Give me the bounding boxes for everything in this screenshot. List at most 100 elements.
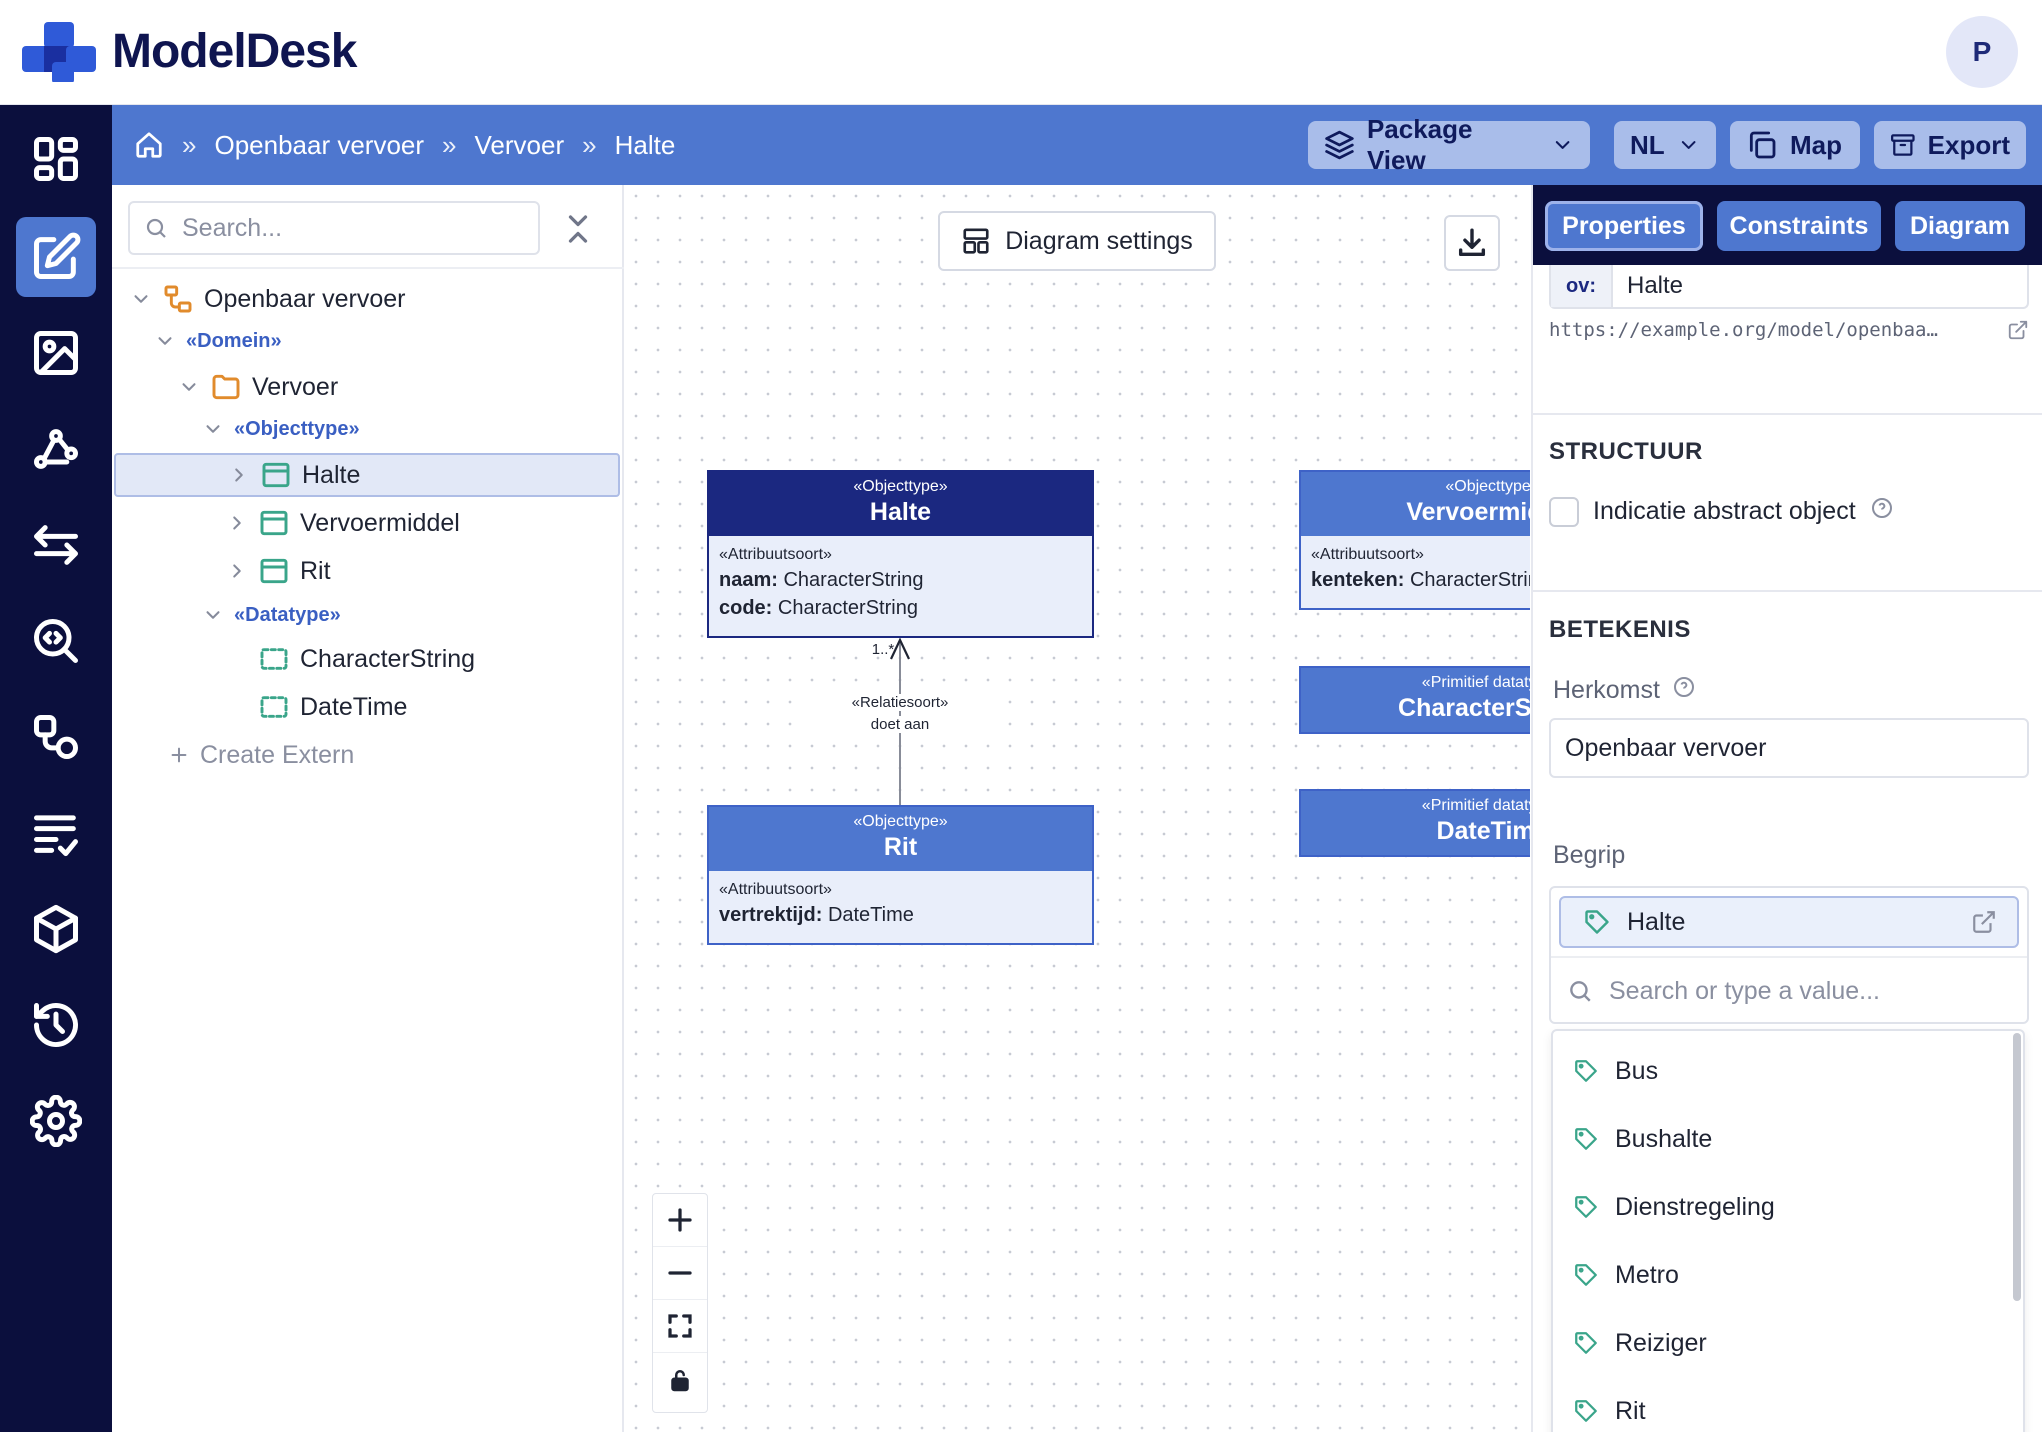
nav-settings[interactable] — [16, 1081, 96, 1161]
attribute-row: naam: CharacterString — [719, 566, 1082, 594]
create-extern-button[interactable]: Create Extern — [168, 733, 354, 777]
zoom-controls — [652, 1193, 708, 1413]
box-name: Rit — [883, 833, 918, 861]
external-link-icon[interactable] — [1971, 909, 1997, 935]
tree-node-label: Vervoer — [252, 372, 339, 401]
search-icon — [1570, 981, 1591, 1002]
herkomst-field[interactable]: Openbaar vervoer — [1549, 718, 2029, 778]
tab-properties[interactable]: Properties — [1545, 201, 1703, 251]
abstract-checkbox-row[interactable]: Indicatie abstract object — [1549, 496, 1894, 527]
option-reiziger[interactable]: Reiziger — [1573, 1321, 1707, 1365]
chevron-down-icon — [1681, 141, 1696, 149]
option-rit[interactable]: Rit — [1573, 1389, 1646, 1432]
tree-node-label: «Datatype» — [234, 603, 341, 626]
tree-node-datetime[interactable]: DateTime — [258, 685, 407, 729]
export-button[interactable]: Export — [1874, 121, 2026, 169]
package-view-dropdown[interactable]: Package View — [1308, 114, 1590, 175]
begrip-search-input[interactable]: Search or type a value... — [1551, 956, 2027, 1024]
datatype-icon — [260, 696, 288, 718]
divider — [1533, 413, 2042, 415]
option-metro[interactable]: Metro — [1573, 1253, 1679, 1297]
option-bushalte[interactable]: Bushalte — [1573, 1117, 1712, 1161]
begrip-chip-label: Halte — [1627, 907, 1686, 936]
uml-box-vervoermiddel[interactable]: «Objecttype» Vervoermiddel «Attribuutsoo… — [1299, 470, 1530, 610]
nav-history[interactable] — [16, 985, 96, 1065]
tag-icon — [1585, 910, 1609, 934]
uri-text: https://example.org/model/openbaa… — [1549, 319, 1938, 341]
history-icon — [34, 1003, 78, 1047]
dropdown-scrollbar[interactable] — [2013, 1033, 2021, 1301]
tree-node-rit[interactable]: Rit — [226, 549, 331, 593]
modeldesk-logo-icon — [22, 22, 96, 82]
tree-node-datatype-group[interactable]: «Datatype» — [202, 595, 341, 635]
name-field[interactable]: ov: Halte — [1549, 265, 2029, 309]
home-icon[interactable] — [134, 130, 164, 160]
tree-node-domein[interactable]: «Domein» — [154, 321, 282, 361]
option-label: Dienstregeling — [1615, 1192, 1775, 1221]
collapse-all-button[interactable] — [560, 211, 596, 247]
graph-icon — [34, 429, 78, 469]
attribute-type: DateTime — [827, 904, 914, 926]
nav-shapes[interactable] — [16, 697, 96, 777]
tab-constraints[interactable]: Constraints — [1717, 201, 1881, 251]
help-icon[interactable] — [1672, 675, 1696, 706]
box-attributes: «Attribuutsoort» kenteken: CharacterStri… — [1301, 536, 1530, 602]
tree-node-vervoermiddel[interactable]: Vervoermiddel — [226, 501, 460, 545]
nav-mappings[interactable] — [16, 505, 96, 585]
chevron-down-icon — [1555, 141, 1570, 149]
collapse-icon — [568, 215, 588, 243]
zoom-out-button[interactable] — [653, 1247, 707, 1300]
herkomst-label: Herkomst — [1553, 676, 1660, 704]
archive-icon — [1891, 134, 1915, 156]
tab-diagram[interactable]: Diagram — [1895, 201, 2025, 251]
nav-dashboard[interactable] — [16, 119, 96, 199]
fit-view-button[interactable] — [653, 1300, 707, 1353]
option-bus[interactable]: Bus — [1573, 1049, 1658, 1093]
breadcrumb-item-vervoer[interactable]: Vervoer — [475, 130, 565, 161]
attribute-name: kenteken: — [1311, 569, 1405, 591]
uml-box-characterstring[interactable]: «Primitief datatype» CharacterString — [1299, 666, 1530, 734]
uri-link[interactable]: https://example.org/model/openbaa… — [1549, 319, 2029, 341]
breadcrumb-item-openbaar-vervoer[interactable]: Openbaar vervoer — [214, 130, 424, 161]
zoom-in-button[interactable] — [653, 1194, 707, 1247]
prefix-label: ov: — [1551, 265, 1613, 307]
nav-graph[interactable] — [16, 409, 96, 489]
diagram-canvas[interactable]: Diagram settings 1..* «Relatiesoort» doe… — [625, 185, 1530, 1432]
attribute-row: vertrektijd: DateTime — [719, 901, 1082, 929]
nav-editor[interactable] — [16, 217, 96, 297]
option-dienstregeling[interactable]: Dienstregeling — [1573, 1185, 1775, 1229]
nav-checklist[interactable] — [16, 793, 96, 873]
user-avatar[interactable]: P — [1946, 16, 2018, 88]
nav-packages[interactable] — [16, 889, 96, 969]
nav-code-search[interactable] — [16, 601, 96, 681]
tree-node-vervoer[interactable]: Vervoer — [178, 365, 338, 409]
uml-box-halte[interactable]: «Objecttype» Halte «Attribuutsoort» naam… — [707, 470, 1094, 638]
tree-node-objecttype-group[interactable]: «Objecttype» — [202, 409, 360, 449]
nav-images[interactable] — [16, 313, 96, 393]
name-value: Halte — [1627, 272, 1684, 299]
tree-node-openbaar-vervoer[interactable]: Openbaar vervoer — [130, 277, 406, 321]
box-stereotype: «Objecttype» — [853, 813, 948, 830]
option-label: Rit — [1615, 1396, 1646, 1425]
copy-icon — [1749, 131, 1776, 159]
tree-node-label: Vervoermiddel — [300, 508, 460, 537]
image-icon — [34, 331, 78, 375]
uml-box-rit[interactable]: «Objecttype» Rit «Attribuutsoort» vertre… — [707, 805, 1094, 945]
help-icon[interactable] — [1870, 496, 1894, 527]
begrip-label: Begrip — [1553, 841, 1626, 869]
uml-box-datetime[interactable]: «Primitief datatype» DateTime — [1299, 789, 1530, 857]
tree-node-label: DateTime — [300, 692, 408, 721]
abstract-checkbox[interactable] — [1549, 496, 1579, 527]
model-hierarchy-icon — [164, 285, 192, 313]
begrip-chip-halte[interactable]: Halte — [1559, 896, 2019, 948]
tree-node-label: Halte — [302, 460, 361, 489]
language-dropdown[interactable]: NL — [1614, 121, 1716, 169]
tree-search-input[interactable]: Search... — [128, 201, 540, 255]
plus-icon — [668, 1208, 692, 1232]
tree-node-halte[interactable]: Halte — [114, 453, 620, 497]
tree-node-characterstring[interactable]: CharacterString — [258, 637, 475, 681]
map-button[interactable]: Map — [1730, 121, 1860, 169]
app-name: ModelDesk — [112, 25, 357, 78]
lock-button[interactable] — [653, 1353, 707, 1406]
box-header: «Primitief datatype» DateTime — [1301, 791, 1530, 855]
